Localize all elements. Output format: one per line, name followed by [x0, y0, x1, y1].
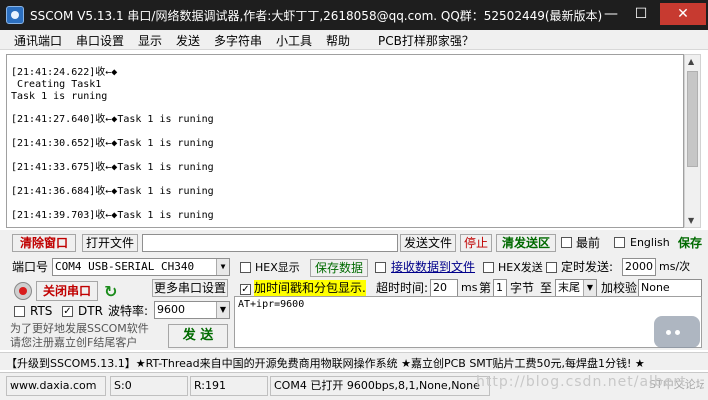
log-line: [21:41:33.675]收←◆Task 1 is runing: [11, 162, 214, 173]
hex-send-checkbox[interactable]: [483, 262, 494, 273]
scroll-up-icon[interactable]: ▲: [688, 57, 694, 66]
timeout-unit-label: ms: [461, 281, 478, 294]
recv-to-file-label[interactable]: 接收数据到文件: [391, 259, 475, 275]
port-select[interactable]: COM4 USB-SERIAL CH340 ▼: [52, 258, 230, 276]
menu-serial-settings[interactable]: 串口设置: [76, 32, 124, 49]
log-scrollbar[interactable]: ▲ ▼: [684, 54, 701, 228]
menu-display[interactable]: 显示: [138, 32, 162, 49]
maximize-button[interactable]: ☐: [630, 3, 652, 25]
baud-value: 9600: [157, 303, 185, 316]
file-path-input[interactable]: [142, 234, 398, 252]
minimize-button[interactable]: —: [600, 3, 622, 25]
checksum-label: 加校验: [601, 281, 638, 295]
watermark-text: http://blog.csdn.net/albert: [476, 374, 687, 390]
log-line: Creating Task1: [11, 79, 102, 90]
timeout-input[interactable]: 20: [430, 279, 458, 297]
hex-display-checkbox[interactable]: [240, 262, 251, 273]
timed-unit-label: ms/次: [659, 260, 691, 273]
log-line: [21:41:36.684]收←◆Task 1 is runing: [11, 186, 214, 197]
timeout-label: 超时时间:: [376, 281, 429, 295]
timestamp-checkbox[interactable]: ✓: [240, 284, 251, 295]
checksum-value: None: [641, 281, 670, 294]
scroll-thumb[interactable]: [687, 71, 698, 167]
nth-label: 第: [479, 281, 492, 295]
timestamp-label: 加时间戳和分包显示.: [254, 280, 366, 296]
send-file-button[interactable]: 发送文件: [400, 234, 456, 252]
chevron-down-icon[interactable]: ▼: [216, 259, 229, 275]
send-text: AT+ipr=9600: [238, 299, 305, 310]
port-label: 端口号: [12, 260, 49, 274]
menu-tools[interactable]: 小工具: [276, 32, 312, 49]
refresh-icon[interactable]: ↻: [104, 282, 117, 301]
byte-label: 字节: [510, 281, 535, 295]
top-most-label: 最前: [576, 236, 601, 250]
app-icon: [6, 6, 24, 24]
clear-send-button[interactable]: 清发送区: [496, 234, 556, 252]
log-line: Task 1 is runing: [11, 91, 108, 102]
scroll-down-icon[interactable]: ▼: [688, 216, 694, 225]
stop-button[interactable]: 停止: [460, 234, 492, 252]
menu-bar: 通讯端口 串口设置 显示 发送 多字符串 小工具 帮助 PCB打样那家强？: [0, 30, 708, 50]
menu-multi-string[interactable]: 多字符串: [214, 32, 262, 49]
status-website[interactable]: www.daxia.com: [6, 376, 106, 396]
baud-select[interactable]: 9600 ▼: [154, 301, 230, 319]
news-ticker[interactable]: 【升级到SSCOM5.13.1】★RT-Thread来自中国的开源免费商用物联网…: [0, 352, 708, 370]
port-status-icon: [14, 282, 32, 300]
status-sent: S:0: [110, 376, 188, 396]
menu-send[interactable]: 发送: [176, 32, 200, 49]
hex-send-label: HEX发送: [498, 261, 543, 274]
close-port-button[interactable]: 关闭串口: [36, 281, 98, 301]
log-line: [21:41:39.703]收←◆Task 1 is runing: [11, 210, 214, 221]
dtr-label: DTR: [78, 304, 103, 318]
send-button[interactable]: 发 送: [168, 324, 228, 348]
checksum-select[interactable]: None: [638, 279, 702, 297]
close-button[interactable]: ✕: [660, 3, 706, 25]
title-bar: SSCOM V5.13.1 串口/网络数据调试器,作者:大虾丁丁,2618058…: [0, 0, 708, 30]
clear-window-button[interactable]: 清除窗口: [12, 234, 76, 252]
more-settings-button[interactable]: 更多串口设置: [152, 279, 228, 297]
log-line: [21:41:24.622]收←◆: [11, 67, 118, 78]
chevron-down-icon[interactable]: ▼: [583, 280, 596, 296]
ticker-text: 【升级到SSCOM5.13.1】★RT-Thread来自中国的开源免费商用物联网…: [6, 357, 645, 370]
send-input[interactable]: AT+ipr=9600: [234, 296, 702, 348]
chat-bubble-icon: [654, 316, 700, 348]
log-line: [21:41:27.640]收←◆Task 1 is runing: [11, 114, 214, 125]
end-value: 末尾: [558, 281, 580, 294]
port-value: COM4 USB-SERIAL CH340: [55, 260, 195, 273]
recv-to-file-checkbox[interactable]: [375, 262, 386, 273]
timed-send-label: 定时发送:: [561, 260, 614, 274]
top-most-checkbox[interactable]: [561, 237, 572, 248]
nth-input[interactable]: 1: [493, 279, 507, 297]
english-checkbox[interactable]: [614, 237, 625, 248]
chevron-down-icon[interactable]: ▼: [216, 302, 229, 318]
timed-interval-input[interactable]: 2000: [622, 258, 656, 276]
to-label: 至: [540, 281, 553, 295]
window-title: SSCOM V5.13.1 串口/网络数据调试器,作者:大虾丁丁,2618058…: [30, 9, 603, 23]
receive-log[interactable]: [21:41:24.622]收←◆ Creating Task1 Task 1 …: [6, 54, 684, 228]
end-select[interactable]: 末尾 ▼: [555, 279, 597, 297]
save-data-button[interactable]: 保存数据: [310, 259, 368, 277]
promo-line-2: 请您注册嘉立创F结尾客户: [10, 336, 138, 349]
dtr-checkbox[interactable]: ✓: [62, 306, 73, 317]
menu-pcb-ad[interactable]: PCB打样那家强？: [378, 32, 474, 49]
menu-help[interactable]: 帮助: [326, 32, 350, 49]
baud-label: 波特率:: [108, 304, 149, 318]
promo-line-1: 为了更好地发展SSCOM软件: [10, 322, 149, 335]
status-received: R:191: [190, 376, 268, 396]
log-line: [21:41:30.652]收←◆Task 1 is runing: [11, 138, 214, 149]
menu-comm-port[interactable]: 通讯端口: [14, 32, 62, 49]
english-label: English: [630, 236, 670, 249]
status-port-state: COM4 已打开 9600bps,8,1,None,None: [270, 376, 490, 396]
save-button[interactable]: 保存: [678, 235, 702, 251]
rts-checkbox[interactable]: [14, 306, 25, 317]
open-file-button[interactable]: 打开文件: [82, 234, 138, 252]
rts-label: RTS: [30, 304, 53, 318]
hex-display-label: HEX显示: [255, 261, 300, 274]
timed-send-checkbox[interactable]: [546, 262, 557, 273]
